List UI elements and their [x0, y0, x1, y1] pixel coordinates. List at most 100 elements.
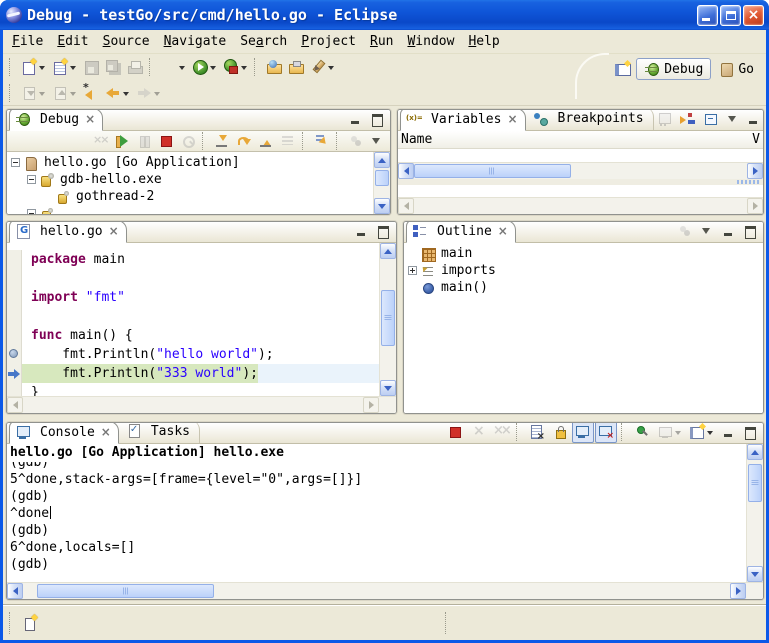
tree-expander-plus[interactable] — [408, 266, 417, 275]
menu-search[interactable]: Search — [233, 32, 294, 51]
use-step-filters-button[interactable] — [311, 130, 333, 152]
step-return-button[interactable] — [255, 130, 277, 152]
tab-hello.go[interactable]: hello.go× — [9, 221, 127, 243]
step-into-button[interactable] — [211, 130, 233, 152]
outline-item[interactable]: imports — [404, 262, 763, 279]
minimize-button[interactable] — [351, 221, 371, 242]
run-button[interactable] — [189, 56, 220, 78]
collapse-all-button[interactable] — [700, 109, 722, 130]
menu-window[interactable]: Window — [400, 32, 461, 51]
save-all-button[interactable] — [102, 56, 124, 78]
tree-expander-minus[interactable] — [27, 175, 36, 184]
dropdown-arrow-icon[interactable] — [70, 88, 77, 98]
show-type-names-button[interactable] — [654, 109, 676, 130]
debug-vertical-scrollbar[interactable] — [373, 152, 390, 214]
variables-horizontal-scrollbar[interactable] — [398, 162, 763, 179]
new-file-wizard-button[interactable] — [49, 56, 80, 78]
debug-tree-item[interactable]: hello.go [Go Application] — [7, 154, 373, 171]
dropdown-arrow-icon[interactable] — [241, 62, 248, 72]
scroll-right-button[interactable] — [747, 198, 763, 214]
editor-gutter[interactable] — [7, 383, 22, 396]
scroll-down-button[interactable] — [374, 198, 390, 214]
debug-tree-item[interactable]: gdb-hello.exe — [7, 171, 373, 188]
open-perspective-button[interactable] — [611, 58, 633, 80]
disconnect-button[interactable] — [177, 130, 199, 152]
open-folder-button[interactable] — [285, 56, 307, 78]
editor-gutter[interactable] — [7, 345, 22, 364]
view-menu-button[interactable] — [367, 130, 387, 152]
new-wizard-button[interactable] — [18, 56, 49, 78]
remove-all-launches-button[interactable] — [490, 422, 512, 443]
scroll-thumb[interactable] — [375, 170, 389, 186]
menu-run[interactable]: Run — [363, 32, 400, 51]
menu-file[interactable]: File — [5, 32, 50, 51]
tree-expander-minus[interactable] — [11, 158, 20, 167]
menu-source[interactable]: Source — [96, 32, 157, 51]
editor-gutter[interactable] — [7, 288, 22, 307]
tab-debug[interactable]: Debug× — [9, 109, 103, 131]
print-button[interactable] — [124, 56, 146, 78]
tab-tasks[interactable]: Tasks — [119, 422, 200, 443]
close-icon[interactable]: × — [85, 112, 95, 126]
scroll-thumb[interactable] — [748, 464, 762, 502]
breakpoint-icon[interactable] — [9, 349, 18, 358]
scroll-up-button[interactable] — [380, 243, 396, 259]
open-resource-button[interactable] — [263, 56, 285, 78]
tab-outline[interactable]: Outline× — [406, 221, 516, 243]
debug-button[interactable] — [158, 56, 189, 78]
dropdown-arrow-icon[interactable] — [210, 62, 217, 72]
column-header-name[interactable]: Name — [401, 132, 432, 147]
dropdown-arrow-icon[interactable] — [328, 62, 335, 72]
suspend-button[interactable] — [133, 130, 155, 152]
scroll-down-button[interactable] — [380, 380, 396, 396]
minimize-button[interactable] — [697, 5, 718, 26]
editor-horizontal-scrollbar[interactable] — [7, 396, 396, 413]
scroll-thumb[interactable] — [414, 164, 571, 178]
editor-gutter[interactable] — [7, 326, 22, 345]
scroll-down-button[interactable] — [747, 566, 763, 582]
editor-vertical-scrollbar[interactable] — [379, 243, 396, 396]
scroll-thumb[interactable] — [381, 290, 395, 346]
clear-console-button[interactable] — [526, 422, 548, 443]
editor-gutter[interactable] — [7, 269, 22, 288]
dropdown-arrow-icon[interactable] — [707, 427, 714, 437]
variables-detail-pane[interactable] — [398, 185, 763, 214]
maximize-button[interactable] — [739, 221, 759, 242]
outline-item[interactable]: main — [404, 245, 763, 262]
scroll-left-button[interactable] — [398, 198, 414, 214]
menu-navigate[interactable]: Navigate — [157, 32, 234, 51]
dropdown-arrow-icon[interactable] — [675, 427, 682, 437]
editor-gutter[interactable] — [7, 364, 22, 383]
maximize-button[interactable] — [739, 422, 759, 443]
search-pen-button[interactable] — [307, 56, 338, 78]
scroll-left-button[interactable] — [398, 163, 414, 179]
minimize-button[interactable] — [718, 221, 738, 242]
maximize-button[interactable] — [366, 109, 386, 130]
console-horizontal-scrollbar[interactable] — [7, 582, 763, 599]
minimize-button[interactable] — [345, 109, 365, 130]
column-header-value[interactable]: V — [752, 132, 760, 147]
scroll-up-button[interactable] — [374, 152, 390, 168]
scroll-thumb[interactable] — [37, 584, 214, 598]
scroll-right-button[interactable] — [363, 397, 379, 413]
editor-gutter[interactable] — [7, 250, 22, 269]
scroll-lock-button[interactable] — [549, 422, 571, 443]
menu-project[interactable]: Project — [294, 32, 363, 51]
close-icon[interactable]: × — [109, 224, 119, 238]
previous-annotation-button[interactable] — [49, 82, 80, 104]
display-console-button[interactable] — [654, 422, 685, 443]
dropdown-arrow-icon[interactable] — [179, 62, 186, 72]
step-over-button[interactable] — [233, 130, 255, 152]
perspective-debug-button[interactable]: Debug — [636, 58, 711, 80]
maximize-button[interactable] — [372, 221, 392, 242]
pin-console-button[interactable] — [631, 422, 653, 443]
perspective-go-button[interactable]: Go — [714, 59, 758, 79]
show-stderr-button[interactable] — [595, 422, 617, 443]
minimize-button[interactable] — [744, 109, 764, 130]
console-output[interactable]: (gdb)5^done,stack-args=[frame={level="0"… — [7, 462, 746, 582]
console-vertical-scrollbar[interactable] — [746, 444, 763, 582]
editor-gutter[interactable] — [7, 307, 22, 326]
close-icon[interactable]: × — [101, 425, 111, 439]
code-area[interactable]: package mainimport "fmt"func main() { fm… — [7, 243, 379, 396]
drop-to-frame-button[interactable] — [277, 130, 299, 152]
